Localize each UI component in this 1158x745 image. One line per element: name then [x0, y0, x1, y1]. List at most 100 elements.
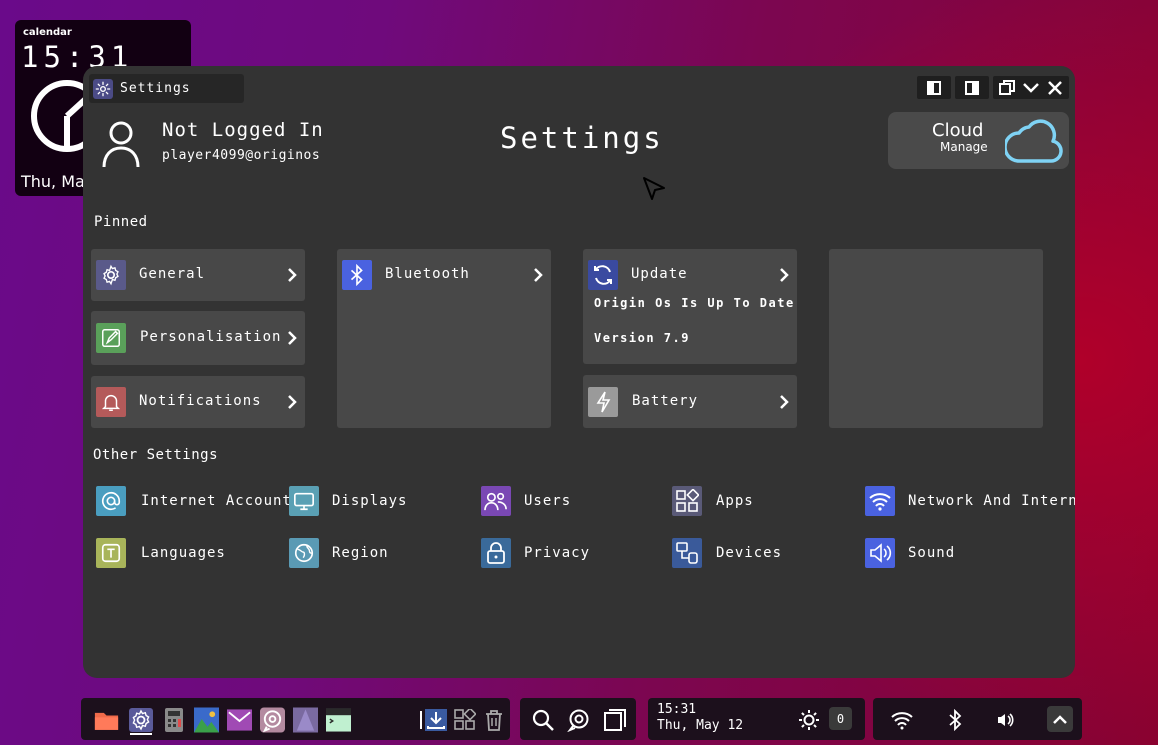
expand-tray-button[interactable] [1047, 706, 1073, 732]
speaker-icon [865, 538, 895, 568]
settings-apps[interactable]: Apps [672, 486, 754, 516]
window-tab-label: Settings [120, 81, 191, 96]
pinned-personalisation-label: Personalisation [140, 329, 282, 345]
active-app-indicator [130, 733, 152, 735]
volume-icon[interactable] [992, 707, 1017, 732]
calendar-widget-title: calendar [23, 27, 72, 38]
user-avatar-icon[interactable] [101, 120, 141, 168]
pinned-update-label: Update [631, 266, 688, 282]
close-button[interactable] [1045, 76, 1065, 99]
settings-item-label: Displays [332, 493, 408, 509]
window-actions [993, 76, 1069, 99]
settings-item-label: Privacy [524, 545, 591, 561]
chevron-right-icon [780, 268, 789, 282]
brightness-icon[interactable] [796, 707, 821, 732]
bluetooth-icon[interactable] [942, 707, 967, 732]
chevron-right-icon [534, 268, 543, 282]
calendar-widget-date: Thu, Ma [21, 172, 85, 191]
cloud-title: Cloud [932, 120, 984, 141]
pinned-battery[interactable]: Battery [583, 375, 797, 428]
pinned-general-label: General [139, 266, 206, 282]
settings-network-internet[interactable]: Network And Internet [865, 486, 1075, 516]
settings-devices[interactable]: Devices [672, 538, 782, 568]
settings-item-label: Devices [716, 545, 783, 561]
taskbar-apps [81, 698, 510, 740]
settings-item-label: Sound [908, 545, 956, 561]
settings-item-label: Internet Accounts [141, 493, 302, 509]
chevron-right-icon [780, 395, 789, 409]
chevron-right-icon [288, 268, 297, 282]
chevron-right-icon [288, 395, 297, 409]
settings-users[interactable]: Users [481, 486, 571, 516]
other-settings-heading: Other Settings [93, 447, 219, 463]
pinned-notifications-label: Notifications [139, 393, 262, 409]
settings-item-label: Network And Internet [908, 493, 1075, 509]
settings-privacy[interactable]: Privacy [481, 538, 590, 568]
gear-icon [93, 78, 113, 99]
lightning-icon [588, 387, 618, 417]
restore-button[interactable] [997, 76, 1017, 99]
downloads-icon[interactable] [423, 707, 448, 732]
bell-icon [96, 387, 126, 417]
chat-app-icon[interactable] [260, 707, 285, 732]
pinned-update[interactable]: Update Origin Os Is Up To Date Version 7… [583, 249, 797, 364]
cloud-icon [1005, 119, 1063, 163]
search-icon[interactable] [530, 707, 555, 732]
snap-right-icon [965, 80, 979, 95]
gear-icon [96, 260, 126, 290]
chat-icon[interactable] [566, 707, 591, 732]
minimize-button[interactable] [1021, 76, 1041, 99]
triangle-app-icon[interactable] [293, 707, 318, 732]
wifi-icon[interactable] [889, 707, 914, 732]
photos-app-icon[interactable] [194, 707, 219, 732]
settings-item-label: Users [524, 493, 572, 509]
settings-languages[interactable]: Languages [96, 538, 226, 568]
cloud-button[interactable]: Cloud Manage [888, 112, 1069, 169]
snap-right-button[interactable] [955, 76, 989, 99]
settings-displays[interactable]: Displays [289, 486, 407, 516]
lock-icon [481, 538, 511, 568]
taskbar-date: Thu, May 12 [657, 718, 744, 733]
users-icon [481, 486, 511, 516]
pinned-notifications[interactable]: Notifications [91, 376, 305, 428]
pinned-heading: Pinned [94, 214, 148, 230]
snap-left-button[interactable] [917, 76, 951, 99]
trash-icon[interactable] [481, 707, 506, 732]
bluetooth-icon [342, 260, 372, 290]
chevron-up-icon [1053, 715, 1067, 724]
pinned-personalisation[interactable]: Personalisation [91, 311, 305, 365]
globe-icon [289, 538, 319, 568]
pinned-bluetooth-label: Bluetooth [385, 266, 470, 282]
pinned-general[interactable]: General [91, 249, 305, 301]
calculator-app-icon[interactable] [161, 707, 186, 732]
app-grid-icon[interactable] [452, 707, 477, 732]
snap-left-icon [927, 80, 941, 95]
update-version: Version 7.9 [594, 331, 690, 345]
devices-icon [672, 538, 702, 568]
wifi-icon [865, 486, 895, 516]
files-app-icon[interactable] [94, 707, 119, 732]
pinned-bluetooth[interactable]: Bluetooth [337, 249, 551, 428]
cloud-manage-label: Manage [940, 140, 988, 154]
settings-region[interactable]: Region [289, 538, 389, 568]
pinned-empty-slot [829, 249, 1043, 428]
window-controls [917, 76, 1069, 99]
settings-item-label: Languages [141, 545, 226, 561]
pinned-battery-label: Battery [632, 393, 699, 409]
settings-sound[interactable]: Sound [865, 538, 955, 568]
notification-count-badge[interactable]: 0 [829, 707, 852, 730]
settings-item-label: Apps [716, 493, 754, 509]
taskbar-search [520, 698, 636, 740]
apps-icon [672, 486, 702, 516]
taskbar-time: 15:31 [657, 702, 697, 717]
multitask-icon[interactable] [602, 707, 627, 732]
settings-app-icon[interactable] [128, 707, 153, 732]
terminal-app-icon[interactable] [326, 707, 351, 732]
mail-app-icon[interactable] [227, 707, 252, 732]
taskbar-status [873, 698, 1082, 740]
at-icon [96, 486, 126, 516]
settings-internet-accounts[interactable]: Internet Accounts [96, 486, 301, 516]
window-tab[interactable]: Settings [89, 74, 244, 103]
update-status: Origin Os Is Up To Date [594, 296, 795, 310]
taskbar-clock[interactable]: 15:31 Thu, May 12 0 [648, 698, 865, 740]
